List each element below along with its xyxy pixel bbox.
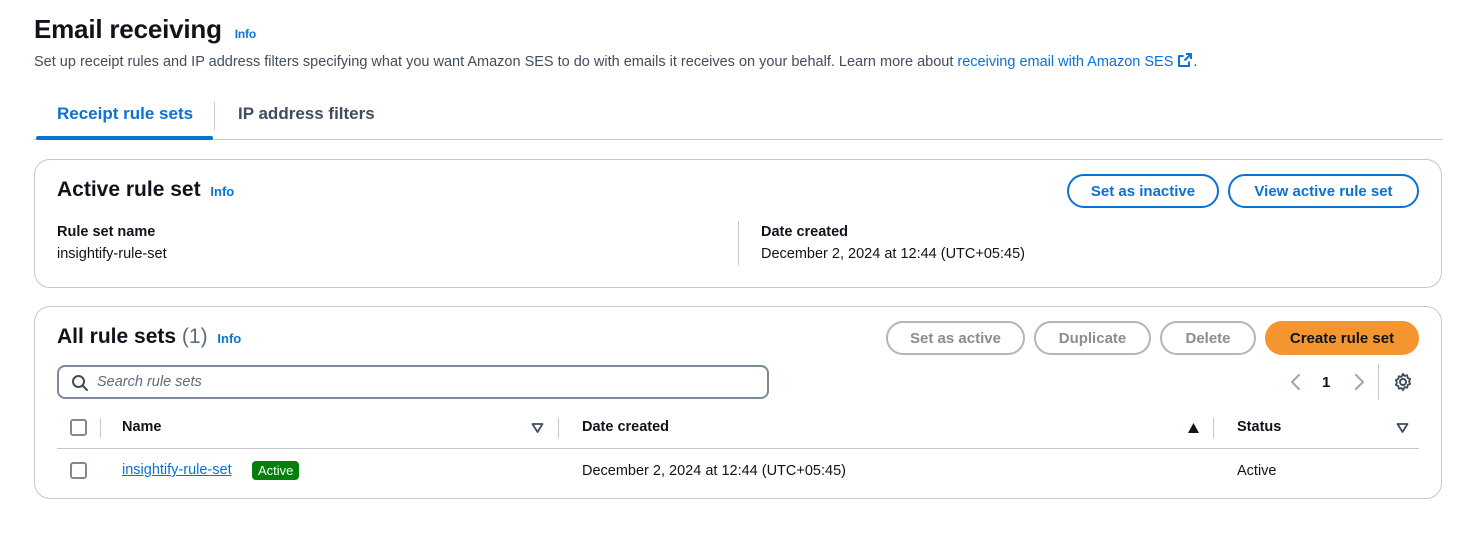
set-as-inactive-button[interactable]: Set as inactive (1067, 174, 1219, 208)
search-input[interactable] (97, 372, 747, 392)
description-end: . (1193, 54, 1198, 70)
settings-gear-icon[interactable] (1393, 372, 1413, 395)
tab-receipt-rule-sets[interactable]: Receipt rule sets (57, 104, 193, 124)
all-rule-sets-title-text: All rule sets (57, 325, 177, 348)
select-all-checkbox[interactable] (70, 419, 87, 436)
row-status: Active (1237, 463, 1277, 479)
field-divider (738, 221, 739, 265)
rule-sets-count: (1) (181, 325, 208, 348)
tab-divider (214, 102, 215, 130)
page-title: Email receiving Info (34, 14, 256, 45)
sort-descending-icon[interactable] (531, 421, 544, 437)
column-header-status[interactable]: Status (1237, 419, 1281, 435)
tab-ip-address-filters[interactable]: IP address filters (238, 104, 375, 124)
delete-button[interactable]: Delete (1160, 321, 1256, 355)
active-badge: Active (252, 461, 300, 480)
date-created-label: Date created (761, 224, 849, 240)
column-separator (100, 418, 101, 438)
column-separator (558, 418, 559, 438)
search-field[interactable] (57, 365, 769, 399)
rule-set-name-link[interactable]: insightify-rule-set (122, 462, 232, 478)
set-as-active-button[interactable]: Set as active (886, 321, 1025, 355)
active-rule-set-title: Active rule set Info (57, 178, 234, 202)
external-link-icon (1177, 52, 1193, 72)
view-active-rule-set-button[interactable]: View active rule set (1228, 174, 1419, 208)
create-rule-set-button[interactable]: Create rule set (1265, 321, 1419, 355)
rule-set-name-label: Rule set name (57, 224, 156, 240)
page-info-link[interactable]: Info (235, 27, 256, 41)
column-header-date-created[interactable]: Date created (582, 419, 669, 435)
search-icon (71, 374, 89, 395)
learn-more-link[interactable]: receiving email with Amazon SES (957, 52, 1193, 72)
active-tab-indicator (36, 136, 213, 140)
rule-set-name-value: insightify-rule-set (57, 246, 167, 262)
row-checkbox[interactable] (70, 462, 87, 479)
all-rule-sets-info-link[interactable]: Info (217, 331, 241, 346)
duplicate-button[interactable]: Duplicate (1034, 321, 1151, 355)
table-header-divider (57, 448, 1419, 449)
current-page-number[interactable]: 1 (1322, 374, 1330, 391)
active-rule-set-title-text: Active rule set (57, 178, 201, 201)
chevron-left-icon[interactable] (1289, 373, 1303, 394)
column-separator (1213, 418, 1214, 438)
sort-ascending-icon[interactable] (1187, 421, 1200, 437)
row-date-created: December 2, 2024 at 12:44 (UTC+05:45) (582, 463, 846, 479)
tabs-baseline (34, 139, 1442, 140)
active-rule-set-info-link[interactable]: Info (210, 184, 234, 199)
pagination-divider (1378, 364, 1379, 400)
date-created-value: December 2, 2024 at 12:44 (UTC+05:45) (761, 246, 1025, 262)
chevron-right-icon[interactable] (1352, 373, 1366, 394)
column-header-name[interactable]: Name (122, 419, 162, 435)
all-rule-sets-title: All rule sets (1) Info (57, 325, 241, 349)
sort-descending-icon[interactable] (1396, 421, 1409, 437)
learn-more-link-text: receiving email with Amazon SES (957, 54, 1174, 70)
page-title-text: Email receiving (34, 14, 222, 44)
page-description: Set up receipt rules and IP address filt… (34, 52, 1197, 72)
description-text: Set up receipt rules and IP address filt… (34, 54, 958, 70)
